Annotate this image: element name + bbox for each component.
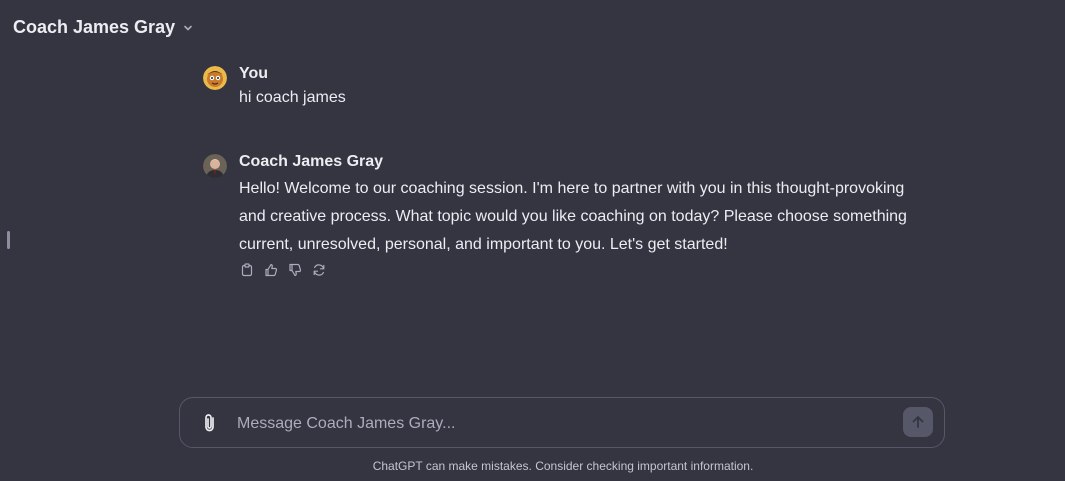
sidebar-toggle-handle[interactable] (7, 231, 10, 249)
user-avatar (203, 66, 227, 90)
message-input[interactable] (235, 411, 879, 437)
chevron-down-icon (181, 21, 195, 35)
regenerate-icon[interactable] (311, 262, 327, 278)
message-author: You (239, 65, 269, 82)
paperclip-icon[interactable] (199, 412, 221, 434)
message-author: Coach James Gray (239, 153, 384, 170)
message-composer (179, 397, 945, 448)
user-message: You hi coach james (203, 65, 923, 109)
thumbs-up-icon[interactable] (263, 262, 279, 278)
copy-icon[interactable] (239, 262, 255, 278)
page-title: Coach James Gray (13, 17, 176, 37)
assistant-message: Coach James Gray Hello! Welcome to our c… (203, 153, 923, 278)
message-text: Hello! Welcome to our coaching session. … (239, 180, 907, 253)
message-text: hi coach james (239, 89, 346, 106)
message-actions (239, 262, 923, 278)
coach-avatar (203, 154, 227, 178)
model-selector[interactable]: Coach James Gray (13, 17, 195, 38)
send-button[interactable] (903, 407, 933, 437)
chat-app: Coach James Gray You hi coach james Coac… (0, 0, 1065, 481)
thumbs-down-icon[interactable] (287, 262, 303, 278)
disclaimer-note: ChatGPT can make mistakes. Consider chec… (372, 459, 754, 473)
arrow-up-icon (912, 416, 924, 428)
